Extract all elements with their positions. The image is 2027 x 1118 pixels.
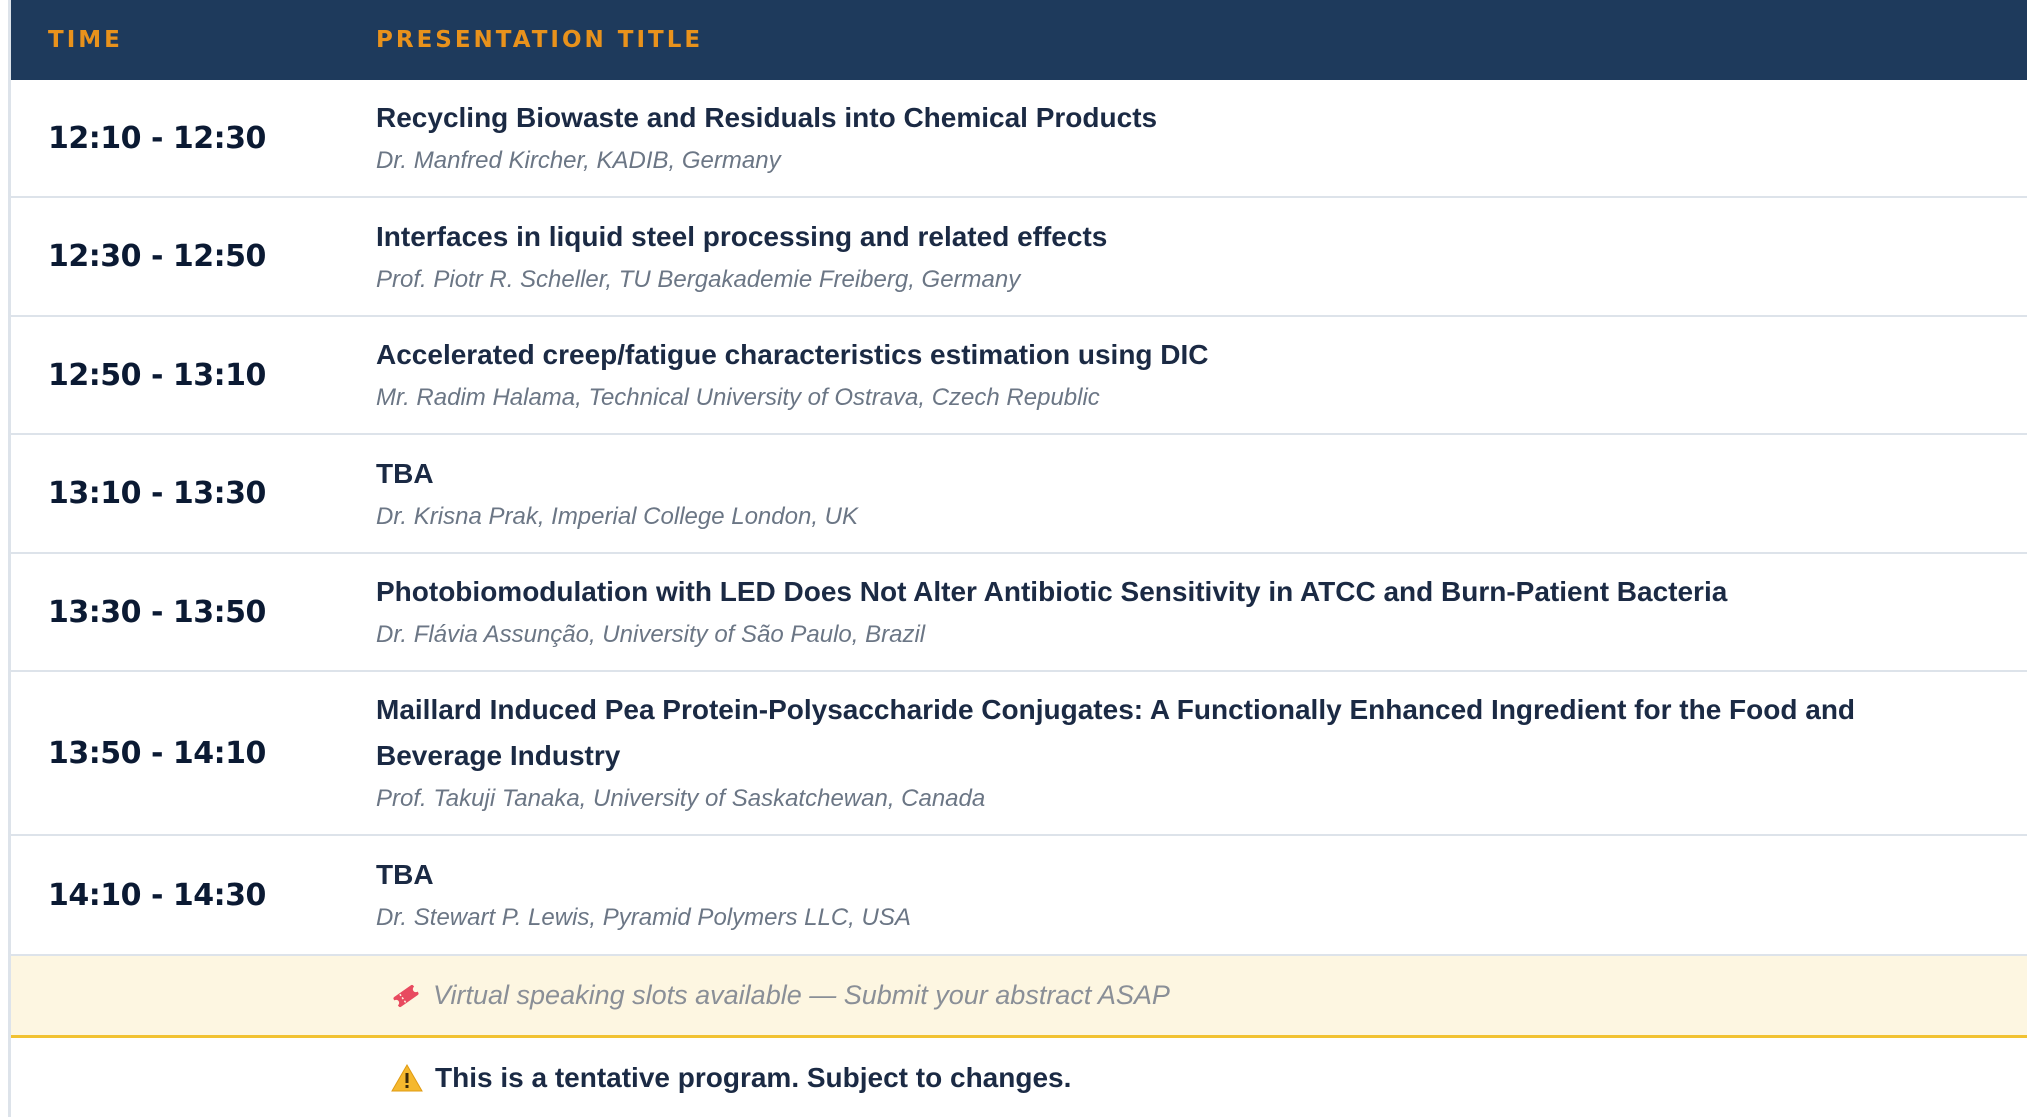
session-title: Accelerated creep/fatigue characteristic… [376, 339, 1209, 370]
time-column-header: TIME [48, 27, 123, 53]
table-header: TIME PRESENTATION TITLE [11, 0, 2027, 80]
warning-text: This is a tentative program. Subject to … [435, 1062, 1072, 1093]
table-row: 12:10 - 12:30 Recycling Biowaste and Res… [11, 80, 2027, 198]
session-speaker: Prof. Piotr R. Scheller, TU Bergakademie… [376, 265, 1021, 293]
tentative-warning: This is a tentative program. Subject to … [11, 1038, 2027, 1118]
session-title: Maillard Induced Pea Protein-Polysacchar… [376, 694, 1856, 771]
session-speaker: Dr. Krisna Prak, Imperial College London… [376, 502, 858, 530]
session-speaker: Prof. Takuji Tanaka, University of Saska… [376, 785, 986, 812]
session-speaker: Mr. Radim Halama, Technical University o… [376, 384, 1100, 411]
session-speaker: Dr. Flávia Assunção, University of São P… [376, 621, 926, 648]
session-time: 13:30 - 13:50 [48, 594, 266, 630]
title-column-header: PRESENTATION TITLE [376, 27, 704, 53]
table-row: 13:10 - 13:30 TBA Dr. Krisna Prak, Imper… [11, 435, 2027, 554]
warning-icon [391, 1063, 423, 1093]
virtual-slots-notice: Virtual speaking slots available — Submi… [11, 956, 2027, 1038]
session-title: TBA [376, 457, 434, 489]
program-table: TIME PRESENTATION TITLE 12:10 - 12:30 Re… [8, 0, 2027, 1117]
table-row: 13:30 - 13:50 Photobiomodulation with LE… [11, 554, 2027, 672]
ticket-icon [391, 981, 421, 1011]
session-time: 13:50 - 14:10 [48, 735, 266, 771]
table-row: 12:50 - 13:10 Accelerated creep/fatigue … [11, 317, 2027, 435]
session-time: 12:10 - 12:30 [48, 120, 266, 156]
session-time: 12:50 - 13:10 [48, 357, 266, 393]
table-row: 13:50 - 14:10 Maillard Induced Pea Prote… [11, 672, 2027, 836]
session-title: TBA [376, 859, 434, 890]
session-speaker: Dr. Stewart P. Lewis, Pyramid Polymers L… [376, 904, 911, 931]
session-title: Photobiomodulation with LED Does Not Alt… [376, 576, 1728, 607]
table-row: 14:10 - 14:30 TBA Dr. Stewart P. Lewis, … [11, 836, 2027, 956]
notice-text: Virtual speaking slots available — Submi… [433, 980, 1170, 1010]
session-speaker: Dr. Manfred Kircher, KADIB, Germany [376, 147, 781, 174]
session-title: Recycling Biowaste and Residuals into Ch… [376, 102, 1158, 133]
session-title: Interfaces in liquid steel processing an… [376, 220, 1108, 252]
session-time: 12:30 - 12:50 [48, 239, 266, 274]
session-time: 14:10 - 14:30 [48, 877, 266, 913]
session-time: 13:10 - 13:30 [48, 476, 266, 511]
table-row: 12:30 - 12:50 Interfaces in liquid steel… [11, 198, 2027, 317]
